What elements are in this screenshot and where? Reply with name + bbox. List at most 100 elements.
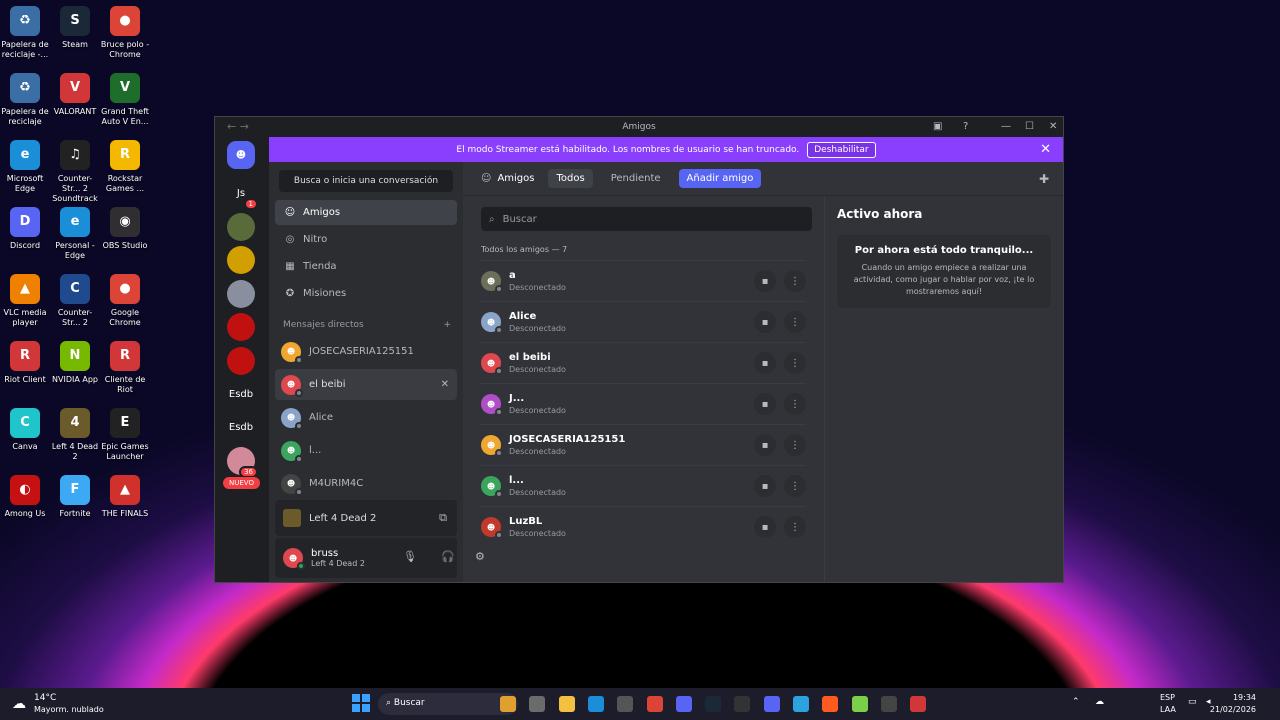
- message-icon[interactable]: ▪: [754, 516, 776, 538]
- server-icon[interactable]: Esdb: [227, 413, 255, 442]
- close-icon[interactable]: ✕: [1040, 142, 1051, 157]
- taskbar-search[interactable]: ⌕ Buscar: [378, 693, 518, 715]
- file-explorer-icon[interactable]: [558, 696, 575, 712]
- desktop-icon[interactable]: F Fortnite: [50, 475, 100, 519]
- tab-all[interactable]: Todos: [548, 169, 593, 188]
- more-options-icon[interactable]: ⋮: [784, 270, 806, 292]
- desktop-icon[interactable]: ▲ VLC media player: [0, 274, 50, 328]
- proton-icon[interactable]: [763, 696, 780, 712]
- friend-row[interactable]: ☻ LuzBL Desconectado ▪ ⋮: [479, 506, 806, 547]
- taskbar-widget[interactable]: [500, 696, 516, 712]
- dm-item[interactable]: ☻ Alice: [275, 402, 457, 433]
- desktop-icon[interactable]: ● Google Chrome: [100, 274, 150, 328]
- desktop-icon[interactable]: e Personal - Edge: [50, 207, 100, 261]
- taskview-icon[interactable]: [529, 696, 546, 712]
- add-friend-button[interactable]: Añadir amigo: [678, 169, 762, 188]
- chevron-up-icon[interactable]: ⌃: [1072, 697, 1080, 707]
- friend-row[interactable]: ☻ Alice Desconectado ▪ ⋮: [479, 301, 806, 342]
- desktop-icon[interactable]: ♫ Counter-Str... 2 Soundtrack: [50, 140, 100, 204]
- server-icon[interactable]: [227, 313, 255, 341]
- desktop-icon[interactable]: ● Bruce polo - Chrome: [100, 6, 150, 60]
- headphones-icon[interactable]: 🎧: [441, 550, 455, 563]
- dm-item[interactable]: ☻ M4URIM4C: [275, 468, 457, 499]
- server-icon[interactable]: [227, 279, 255, 308]
- add-dm-icon[interactable]: +: [443, 320, 451, 330]
- more-options-icon[interactable]: ⋮: [784, 311, 806, 333]
- clock-time[interactable]: 19:34: [1233, 693, 1256, 702]
- server-icon[interactable]: Js 1: [227, 179, 258, 210]
- desktop-icon[interactable]: V VALORANT: [50, 73, 100, 117]
- nav-item-amigos[interactable]: ☺ Amigos: [275, 200, 457, 225]
- help-icon[interactable]: ?: [963, 121, 968, 132]
- desktop-icon[interactable]: ♻ Papelera de reciclaje: [0, 73, 50, 127]
- desktop-icon[interactable]: ◉ OBS Studio: [100, 207, 150, 251]
- desktop-icon[interactable]: C Counter-Str... 2: [50, 274, 100, 328]
- message-icon[interactable]: ▪: [754, 270, 776, 292]
- network-icon[interactable]: ▭: [1188, 697, 1197, 707]
- steam-icon[interactable]: [705, 696, 722, 712]
- close-button[interactable]: ✕: [1049, 121, 1057, 132]
- more-options-icon[interactable]: ⋮: [784, 352, 806, 374]
- origin-icon[interactable]: [822, 696, 839, 712]
- desktop-icon[interactable]: R Cliente de Riot: [100, 341, 150, 395]
- weather-icon[interactable]: ☁: [12, 696, 26, 712]
- epic-icon[interactable]: [734, 696, 751, 712]
- telegram-icon[interactable]: [793, 696, 809, 712]
- stream-icon[interactable]: ⧉: [439, 511, 447, 525]
- friend-row[interactable]: ☻ J... Desconectado ▪ ⋮: [479, 383, 806, 424]
- more-options-icon[interactable]: ⋮: [784, 434, 806, 456]
- server-icon[interactable]: 36: [227, 447, 258, 478]
- desktop-icon[interactable]: S Steam: [50, 6, 100, 50]
- l4d2-icon[interactable]: [910, 696, 927, 712]
- more-options-icon[interactable]: ⋮: [784, 516, 806, 538]
- nav-item-tienda[interactable]: ▦ Tienda: [275, 254, 457, 279]
- clock-date[interactable]: 21/02/2026: [1210, 705, 1256, 714]
- message-icon[interactable]: ▪: [754, 393, 776, 415]
- nav-item-misiones[interactable]: ✪ Misiones: [275, 281, 457, 306]
- tab-pending[interactable]: Pendiente: [603, 169, 669, 188]
- message-icon[interactable]: ▪: [754, 434, 776, 456]
- desktop-icon[interactable]: e Microsoft Edge: [0, 140, 50, 194]
- store-icon[interactable]: [617, 696, 634, 712]
- desktop-icon[interactable]: R Rockstar Games ...: [100, 140, 150, 194]
- friend-row[interactable]: ☻ JOSECASERIA125151 Desconectado ▪ ⋮: [479, 424, 806, 465]
- language-code[interactable]: ESP: [1160, 693, 1175, 702]
- maximize-button[interactable]: ☐: [1025, 121, 1034, 132]
- edge-icon[interactable]: [587, 696, 604, 712]
- server-icon[interactable]: [227, 246, 255, 274]
- desktop-icon[interactable]: C Canva: [0, 408, 50, 452]
- start-button[interactable]: [352, 694, 370, 712]
- message-icon[interactable]: ▪: [754, 352, 776, 374]
- chrome-icon[interactable]: [646, 696, 663, 712]
- inbox-icon[interactable]: ▣: [933, 121, 942, 132]
- dm-item[interactable]: ☻ JOSECASERIA125151: [275, 336, 457, 367]
- desktop-icon[interactable]: R Riot Client: [0, 341, 50, 385]
- discord-home-icon[interactable]: ☻: [227, 141, 255, 169]
- avatar[interactable]: ☻: [283, 548, 305, 570]
- desktop-icon[interactable]: 4 Left 4 Dead 2: [50, 408, 100, 462]
- friend-row[interactable]: ☻ l... Desconectado ▪ ⋮: [479, 465, 806, 506]
- friend-row[interactable]: ☻ el beibi Desconectado ▪ ⋮: [479, 342, 806, 383]
- desktop-icon[interactable]: ◐ Among Us: [0, 475, 50, 519]
- new-group-dm-icon[interactable]: ✚: [1039, 172, 1049, 186]
- microphone-icon[interactable]: 🎙: [403, 550, 417, 563]
- server-icon[interactable]: Esdb: [227, 380, 255, 408]
- disable-button[interactable]: Deshabilitar: [807, 141, 876, 158]
- keyboard-layout[interactable]: LAA: [1160, 705, 1176, 714]
- nav-item-nitro[interactable]: ◎ Nitro: [275, 227, 457, 252]
- server-icon[interactable]: [227, 212, 255, 241]
- friend-row[interactable]: ☻ a Desconectado ▪ ⋮: [479, 260, 806, 301]
- obs-icon[interactable]: [880, 696, 897, 712]
- dm-item[interactable]: ☻ el beibi ✕: [275, 369, 457, 400]
- dm-search-button[interactable]: Busca o inicia una conversación: [279, 170, 453, 192]
- more-options-icon[interactable]: ⋮: [784, 475, 806, 497]
- desktop-icon[interactable]: D Discord: [0, 207, 50, 251]
- friends-search-input[interactable]: ⌕ Buscar: [481, 207, 812, 231]
- desktop-icon[interactable]: N NVIDIA App: [50, 341, 100, 385]
- onedrive-icon[interactable]: ☁: [1095, 697, 1104, 707]
- dm-item[interactable]: ☻ l...: [275, 435, 457, 466]
- minimize-button[interactable]: —: [1001, 121, 1011, 132]
- desktop-icon[interactable]: ▲ THE FINALS: [100, 475, 150, 519]
- discord-icon[interactable]: [675, 696, 692, 712]
- desktop-icon[interactable]: ♻ Papelera de reciclaje -...: [0, 6, 50, 60]
